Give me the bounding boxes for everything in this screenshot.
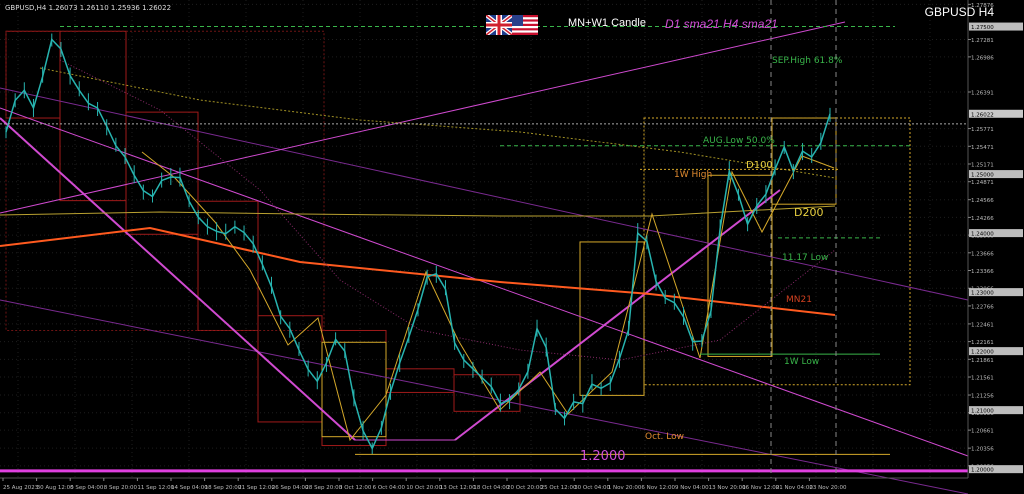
time-tick-label: 21 Sep 12:00 (238, 485, 275, 491)
time-tick-label: 13 Nov 20:00 (709, 485, 747, 491)
mn21-label: MN21 (786, 295, 812, 305)
price-tick-label: 1.25471 (971, 145, 994, 151)
time-tick-label: 20 Oct 20:00 (507, 485, 543, 491)
time-tick-label: 13 Oct 12:00 (440, 485, 476, 491)
price-tick-label: 1.22461 (971, 322, 994, 328)
price-highlight-label: 1.24000 (971, 232, 994, 238)
time-tick-label: 5 Sep 04:00 (70, 485, 104, 491)
price-tick-label: 1.21561 (971, 376, 994, 382)
price-tick-label: 1.21256 (971, 394, 994, 400)
low-1117-label: 11.17 Low (782, 253, 828, 263)
price-tick-label: 1.22766 (971, 304, 994, 310)
price-highlight-label: 1.22000 (971, 350, 994, 356)
price-tick-label: 1.21861 (971, 358, 994, 364)
d200-label: D200 (794, 206, 823, 219)
time-tick-label: 26 Sep 04:00 (272, 485, 309, 491)
legend-mn-w1-candle: MN+W1 Candle (568, 17, 646, 29)
price-tick-label: 1.25171 (971, 162, 994, 168)
price-tick-label: 1.24566 (971, 198, 994, 204)
time-tick-label: 11 Sep 12:00 (137, 485, 174, 491)
w-low-label: 1W Low (784, 357, 819, 367)
time-tick-label: 6 Nov 12:00 (641, 485, 675, 491)
price-tick-label: 1.20356 (971, 447, 994, 453)
gb-us-flag-icon (486, 15, 538, 35)
price-tick-label: 1.24266 (971, 216, 994, 222)
sep-high-label: SEP.High 61.8% (772, 56, 843, 66)
aug-low-label: AUG.Low 50.0% (703, 136, 775, 146)
chart-background (0, 0, 1024, 494)
price-axis-panel (968, 0, 1024, 494)
price-tick-label: 1.22161 (971, 340, 994, 346)
price-tick-label: 1.23666 (971, 251, 994, 257)
time-tick-label: 18 Sep 20:00 (205, 485, 242, 491)
time-tick-label: 16 Nov 12:00 (742, 485, 780, 491)
time-tick-label: 18 Oct 04:00 (473, 485, 509, 491)
time-tick-label: 23 Nov 20:00 (809, 485, 847, 491)
price-highlight-label: 1.26022 (971, 112, 994, 118)
time-tick-label: 14 Sep 04:00 (171, 485, 208, 491)
time-tick-label: 9 Nov 04:00 (675, 485, 709, 491)
time-tick-label: 30 Aug 12:00 (37, 485, 75, 491)
time-tick-label: 8 Sep 20:00 (104, 485, 138, 491)
time-tick-label: 3 Oct 12:00 (339, 485, 372, 491)
price-highlight-label: 1.20000 (971, 468, 994, 474)
time-tick-label: 28 Sep 20:00 (305, 485, 342, 491)
price-highlight-label: 1.25000 (971, 173, 994, 179)
big-level-label: 1.2000 (580, 449, 626, 464)
price-tick-label: 1.25771 (971, 127, 994, 133)
price-tick-label: 1.24871 (971, 180, 994, 186)
price-tick-label: 1.26391 (971, 91, 994, 97)
chart-title: GBPUSD H4 (924, 5, 994, 19)
time-tick-label: 30 Oct 04:00 (574, 485, 610, 491)
price-tick-label: 1.26986 (971, 55, 994, 61)
chart-window[interactable]: SEP.High 61.8% AUG.Low 50.0% D100 1W High D2… (0, 0, 1024, 494)
legend-sma: D1 sma21 H4 sma21 (665, 17, 778, 31)
price-tick-label: 1.20661 (971, 429, 994, 435)
price-highlight-label: 1.27500 (971, 25, 994, 31)
price-chart[interactable]: SEP.High 61.8% AUG.Low 50.0% D100 1W High D2… (0, 0, 1024, 494)
price-tick-label: 1.23366 (971, 269, 994, 275)
time-tick-label: 25 Aug 2023 (3, 485, 39, 491)
symbol-info: GBPUSD,H4 1.26073 1.26110 1.25936 1.2602… (5, 4, 172, 12)
time-tick-label: 10 Oct 20:00 (406, 485, 442, 491)
time-tick-label: 1 Nov 20:00 (608, 485, 642, 491)
w-high-label: 1W High (674, 170, 712, 180)
price-highlight-label: 1.23000 (971, 291, 994, 297)
oct-low-label: Oct. Low (645, 432, 684, 442)
d100-label: D100 (746, 160, 773, 171)
price-highlight-label: 1.21000 (971, 409, 994, 415)
price-tick-label: 1.27281 (971, 38, 994, 44)
time-tick-label: 21 Nov 04:00 (776, 485, 814, 491)
time-tick-label: 25 Oct 12:00 (541, 485, 577, 491)
time-tick-label: 6 Oct 04:00 (373, 485, 406, 491)
